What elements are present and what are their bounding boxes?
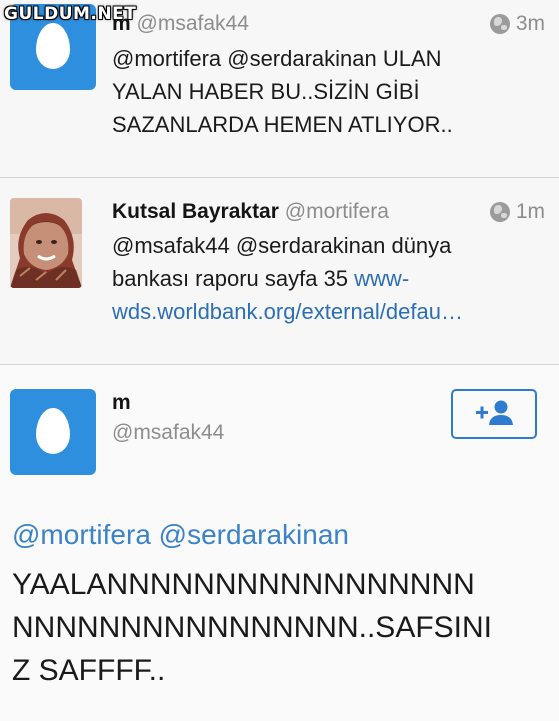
egg-icon [36, 23, 70, 69]
tweet-text-line: SAZANLARDA HEMEN ATLIYOR.. [112, 112, 453, 137]
tweet-text: YAALANNNNNNNNNNNNNNNNN NNNNNNNNNNNNNNNN.… [12, 563, 552, 692]
tweet-text-line: YALAN HABER BU..SİZİN GİBİ [112, 79, 420, 104]
tweet-text-plain: bankası raporu sayfa 35 [112, 266, 355, 291]
tweet-meta: 1m [489, 200, 545, 224]
user-handle[interactable]: @msafak44 [112, 421, 224, 445]
tweet-time: 1m [515, 200, 545, 223]
tweet-item[interactable]: m @msafak44 3m @mortifera @serdarakinan … [0, 0, 559, 178]
globe-icon [489, 14, 510, 34]
tweet-text: @msafak44 @serdarakinan dünya bankası ra… [112, 229, 542, 328]
tweet-time: 3m [515, 12, 545, 35]
user-name[interactable]: Kutsal Bayraktar [112, 200, 279, 223]
tweet-item[interactable]: Kutsal Bayraktar @mortifera 1m @msafak44… [0, 178, 559, 365]
tweet-text-line: @mortifera @serdarakinan ULAN [112, 46, 442, 71]
follow-button[interactable] [451, 389, 537, 439]
user-name[interactable]: m [112, 391, 131, 415]
tweet-mentions[interactable]: @mortifera @serdarakinan [12, 519, 349, 551]
tweet-link[interactable]: www- [354, 266, 409, 291]
profile-photo-icon [10, 198, 82, 288]
avatar[interactable] [10, 389, 96, 475]
tweet-text-line: Z SAFFFF.. [12, 654, 166, 687]
user-handle[interactable]: @msafak44 [137, 12, 249, 35]
avatar[interactable] [10, 198, 82, 288]
user-handle[interactable]: @mortifera [285, 200, 389, 223]
add-user-icon [476, 400, 513, 425]
tweet-text-line: @msafak44 @serdarakinan dünya [112, 233, 452, 258]
tweet-meta: 3m [489, 12, 545, 36]
tweet-text: @mortifera @serdarakinan ULAN YALAN HABE… [112, 42, 542, 141]
tweet-header: Kutsal Bayraktar @mortifera [112, 200, 389, 224]
tweet-text-line: NNNNNNNNNNNNNNNN..SAFSINI [12, 611, 492, 644]
egg-icon [36, 408, 70, 454]
tweet-text-line: YAALANNNNNNNNNNNNNNNNN [12, 568, 475, 601]
watermark: GULDUM.NET [4, 4, 137, 24]
tweet-text-line: bankası raporu sayfa 35 www- [112, 262, 542, 295]
tweet-link[interactable]: wds.worldbank.org/external/defau… [112, 295, 542, 328]
globe-icon [489, 202, 510, 222]
